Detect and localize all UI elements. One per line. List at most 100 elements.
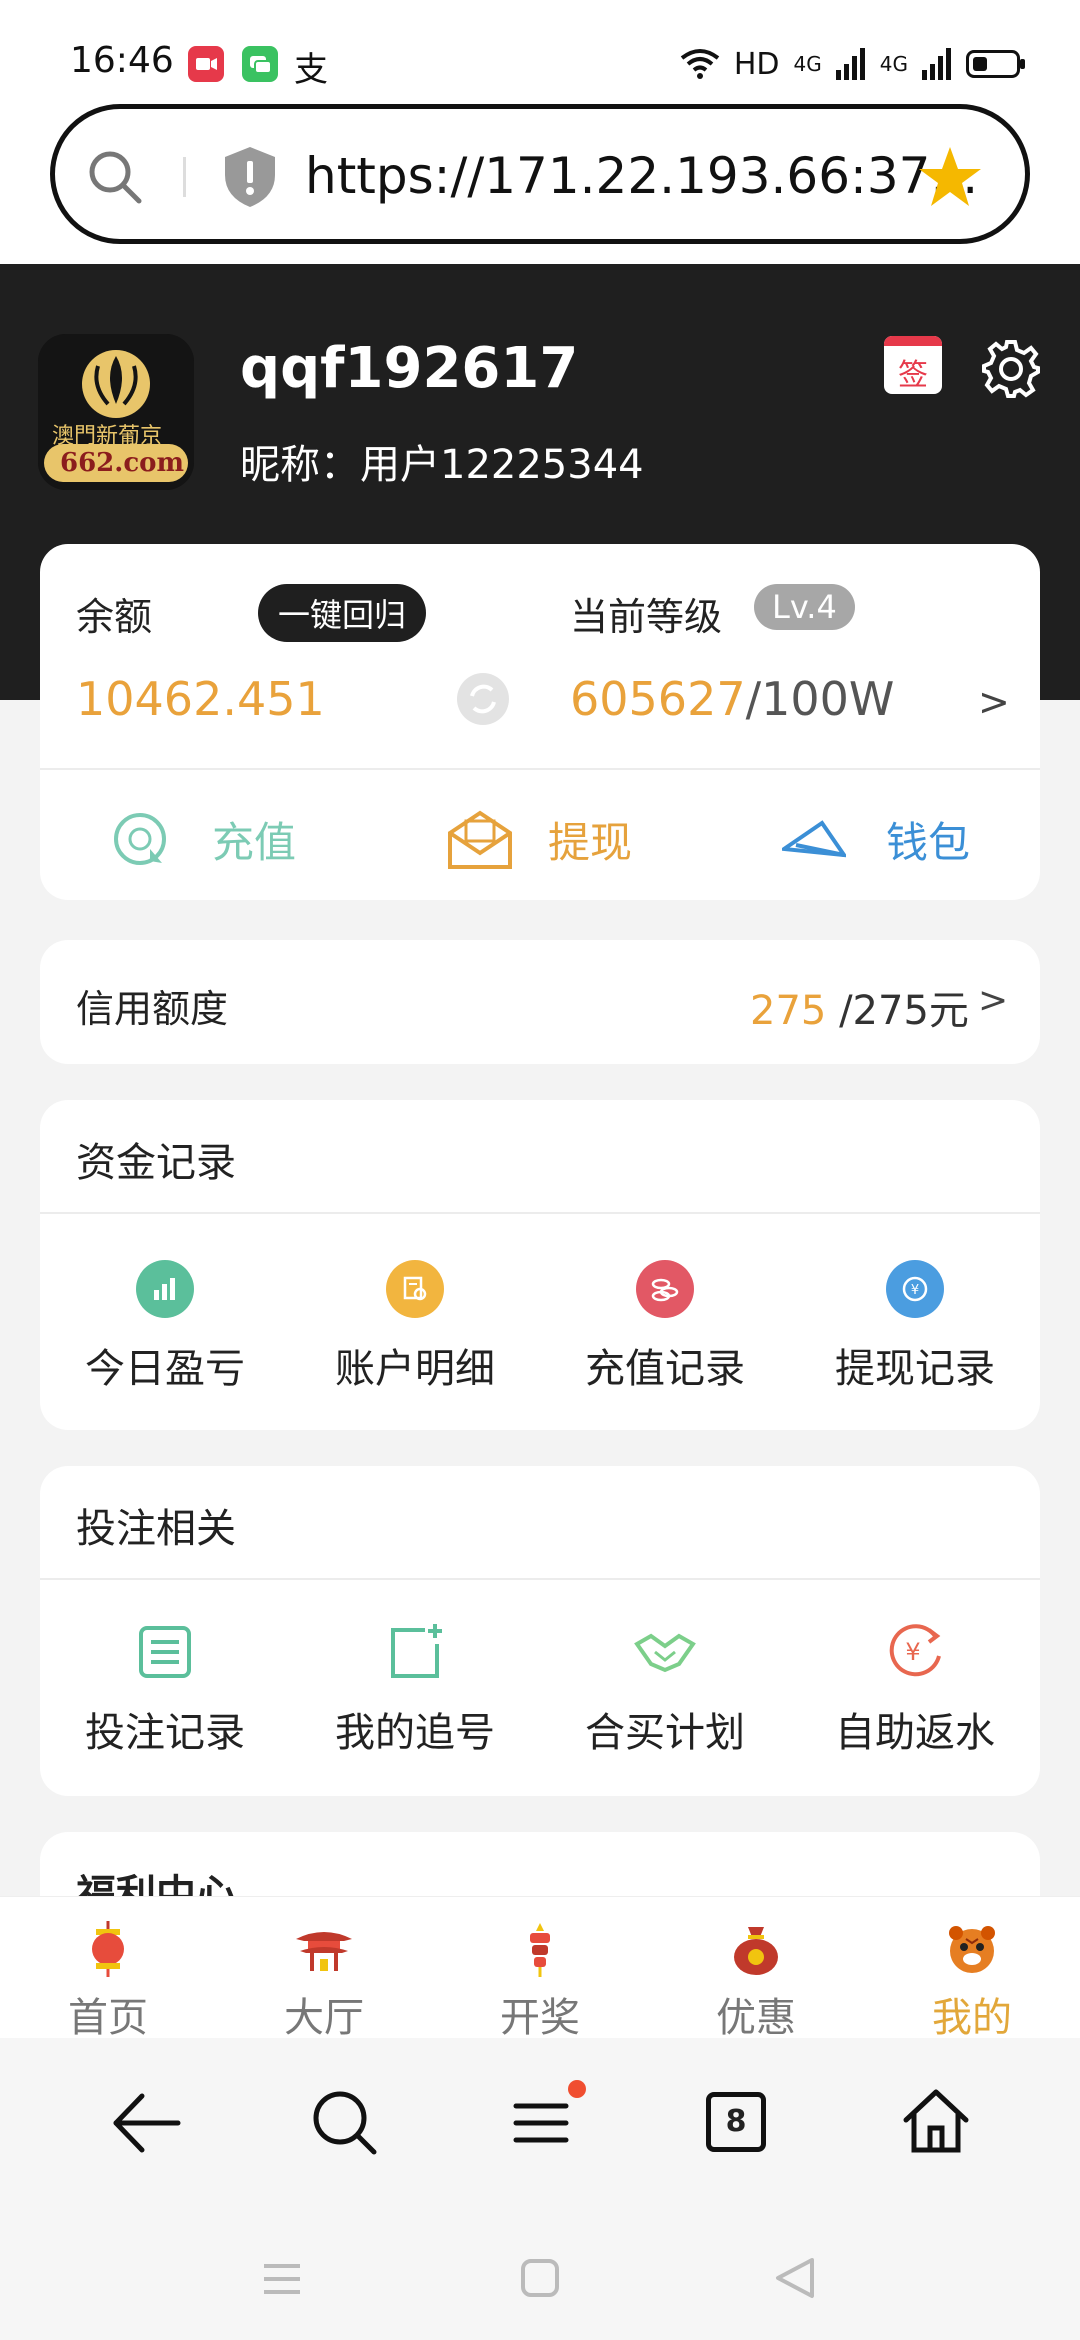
address-bar[interactable]: https://171.22.193.66:37...	[50, 104, 1030, 244]
credit-label: 信用额度	[76, 987, 229, 1031]
bet-record-item[interactable]: 投注记录	[40, 1622, 290, 1758]
withdraw-record-label: 提现记录	[835, 1346, 995, 1392]
recharge-icon	[114, 813, 166, 865]
coins-icon	[636, 1260, 694, 1318]
lantern-icon	[92, 1921, 124, 1977]
url-text[interactable]: https://171.22.193.66:37...	[305, 147, 978, 205]
notification-dot	[568, 2080, 586, 2098]
bet-related-card: 投注相关 投注记录 我的追号 合买计划 ¥ 自助返水	[40, 1466, 1040, 1796]
withdraw-record-item[interactable]: ¥ 提现记录	[790, 1260, 1040, 1394]
level-progress: 605627/100W	[570, 672, 895, 726]
divider	[40, 768, 1040, 770]
tabs-button[interactable]: 8	[706, 2092, 766, 2152]
level-arrow[interactable]: >	[978, 680, 1010, 724]
today-profit-item[interactable]: 今日盈亏	[40, 1260, 290, 1394]
credit-value: 275 /275元	[750, 988, 969, 1034]
home-button-icon[interactable]	[520, 2258, 560, 2298]
sign-in-icon[interactable]: 签	[884, 336, 942, 394]
yuan-refresh-icon: ¥	[886, 1260, 944, 1318]
withdraw-icon	[448, 810, 512, 869]
nav-lobby[interactable]: 大厅	[216, 1897, 432, 2041]
recharge-record-item[interactable]: 充值记录	[540, 1260, 790, 1394]
group-buy-label: 合买计划	[585, 1710, 745, 1756]
recharge-record-label: 充值记录	[585, 1346, 745, 1392]
my-chase-label: 我的追号	[335, 1710, 495, 1756]
pavilion-icon	[296, 1932, 352, 1971]
handshake-icon	[634, 1633, 696, 1673]
alipay-icon: 支	[294, 50, 328, 90]
brand-logo: 澳門新葡京 662.com	[38, 334, 194, 490]
group-buy-item[interactable]: 合买计划	[540, 1622, 790, 1758]
refresh-icon[interactable]	[456, 672, 510, 726]
star-icon[interactable]	[917, 145, 983, 209]
back-arrow-icon[interactable]	[112, 2090, 182, 2156]
video-app-icon	[188, 46, 224, 82]
status-bar: 16:46 支 HD 4G 4G	[0, 0, 1080, 100]
lucky-bag-icon	[734, 1927, 778, 1975]
battery-icon	[966, 50, 1025, 78]
bottom-nav: 首页 大厅 开奖 优惠 我的	[0, 1896, 1080, 2041]
home-icon[interactable]	[900, 2086, 972, 2156]
svg-text:¥: ¥	[905, 1638, 920, 1666]
status-icons: HD 4G 4G	[680, 44, 1025, 84]
system-nav-bar	[0, 2208, 1080, 2340]
chat-app-icon	[242, 46, 278, 82]
nav-promotions[interactable]: 优惠	[648, 1897, 864, 2041]
network-4g-2: 4G	[879, 52, 908, 76]
divider	[40, 1212, 1040, 1214]
credit-limit-row[interactable]: 信用额度 275 /275元 >	[40, 940, 1040, 1064]
list-icon	[139, 1626, 191, 1678]
withdraw-button[interactable]: 提现	[446, 794, 632, 884]
tiger-icon	[949, 1926, 995, 1973]
funds-records-title: 资金记录	[76, 1140, 236, 1186]
self-rebate-label: 自助返水	[835, 1710, 995, 1756]
chart-icon	[136, 1260, 194, 1318]
browser-toolbar: 8	[0, 2038, 1080, 2208]
balance-label: 余额	[76, 595, 153, 639]
username: qqf192617	[240, 336, 579, 401]
network-4g-1: 4G	[793, 52, 822, 76]
firecracker-icon	[530, 1923, 550, 1977]
withdraw-label: 提现	[548, 817, 633, 867]
wallet-icon	[782, 820, 846, 858]
account-detail-item[interactable]: 账户明细	[290, 1260, 540, 1394]
gear-icon[interactable]	[980, 338, 1042, 400]
account-detail-icon	[386, 1260, 444, 1318]
level-label: 当前等级	[570, 595, 723, 639]
wallet-label: 钱包	[886, 817, 971, 867]
nav-home[interactable]: 首页	[0, 1897, 216, 2041]
balance-amount: 10462.451	[76, 672, 325, 726]
signal-icon	[922, 48, 951, 80]
divider	[40, 1578, 1040, 1580]
today-profit-label: 今日盈亏	[85, 1346, 245, 1392]
menu-icon[interactable]	[512, 2094, 570, 2152]
search-icon[interactable]	[85, 147, 145, 207]
credit-arrow[interactable]: >	[978, 980, 1008, 1021]
recent-apps-icon[interactable]	[262, 2262, 302, 2296]
wifi-icon	[680, 49, 720, 79]
balance-card: 余额 一键回归 当前等级 Lv.4 10462.451 605627/100W …	[40, 544, 1040, 900]
recharge-button[interactable]: 充值	[110, 794, 296, 884]
back-triangle-icon[interactable]	[774, 2256, 816, 2300]
my-chase-item[interactable]: 我的追号	[290, 1622, 540, 1758]
search-icon[interactable]	[310, 2088, 380, 2158]
yuan-return-icon: ¥	[889, 1624, 941, 1677]
divider	[183, 157, 186, 197]
status-time: 16:46	[70, 40, 174, 81]
add-note-icon	[391, 1624, 442, 1678]
nav-lottery-results[interactable]: 开奖	[432, 1897, 648, 2041]
bet-record-label: 投注记录	[85, 1710, 245, 1756]
account-detail-label: 账户明细	[335, 1346, 495, 1392]
wallet-button[interactable]: 钱包	[782, 794, 970, 884]
level-badge: Lv.4	[754, 584, 855, 630]
nickname: 昵称：用户12225344	[240, 442, 644, 488]
signal-icon	[835, 48, 865, 80]
self-rebate-item[interactable]: ¥ 自助返水	[790, 1622, 1040, 1758]
svg-text:¥: ¥	[911, 1283, 919, 1298]
funds-records-card: 资金记录 今日盈亏 账户明细 充值记录 ¥ 提现记录	[40, 1100, 1040, 1430]
shield-icon[interactable]	[221, 145, 279, 209]
one-key-return-button[interactable]: 一键回归	[258, 584, 427, 642]
hd-label: HD	[733, 46, 780, 82]
bet-related-title: 投注相关	[76, 1506, 236, 1552]
nav-mine[interactable]: 我的	[864, 1897, 1080, 2041]
